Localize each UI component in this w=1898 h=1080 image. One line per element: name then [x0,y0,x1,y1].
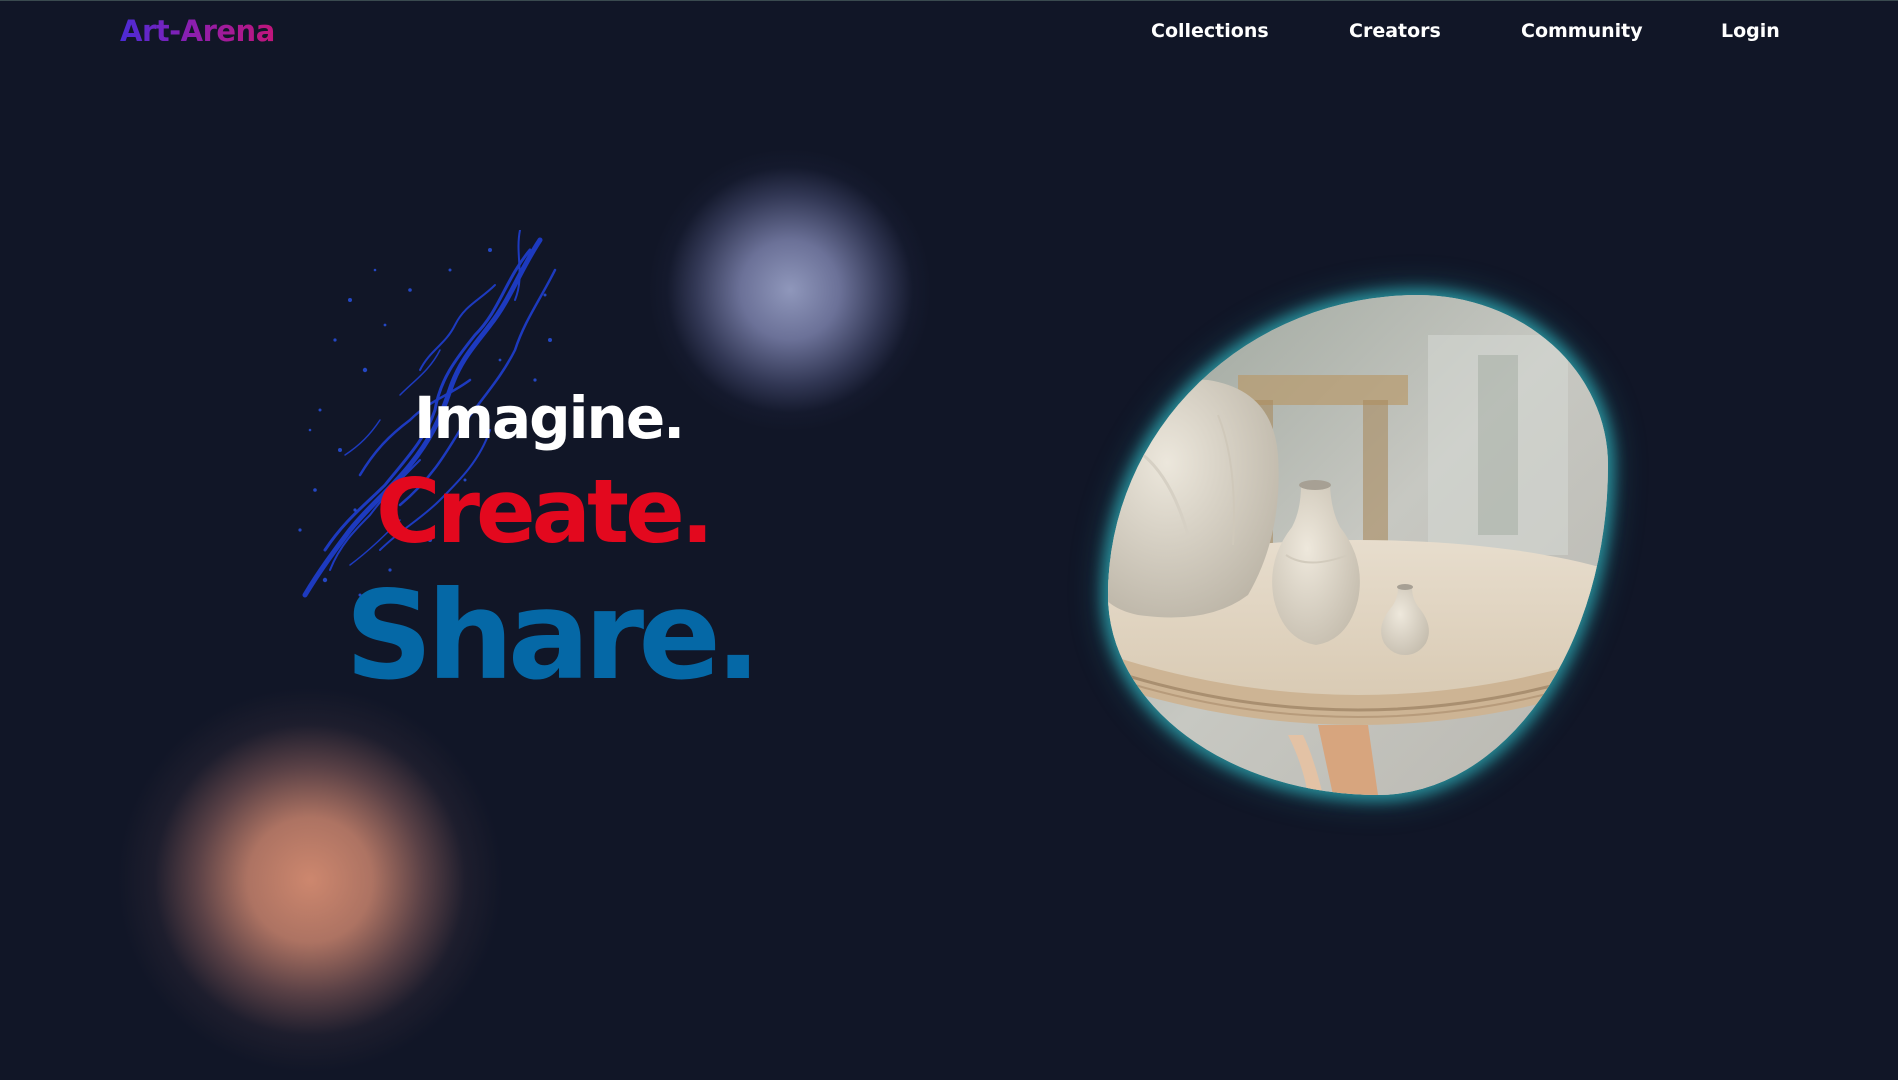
nav-creators[interactable]: Creators [1349,20,1441,42]
nav-login[interactable]: Login [1721,20,1780,42]
main-nav: Collections Creators Community Login [0,20,1898,50]
hero-line-share: Share. [345,565,761,707]
hero-image-pottery [1108,295,1608,795]
hero-line-imagine: Imagine. [414,384,685,452]
hero-line-create: Create. [376,460,714,563]
peach-glow-orb [110,680,510,1080]
top-border [0,0,1898,1]
nav-collections[interactable]: Collections [1151,20,1269,42]
lavender-glow-orb [650,150,930,430]
nav-community[interactable]: Community [1521,20,1643,42]
